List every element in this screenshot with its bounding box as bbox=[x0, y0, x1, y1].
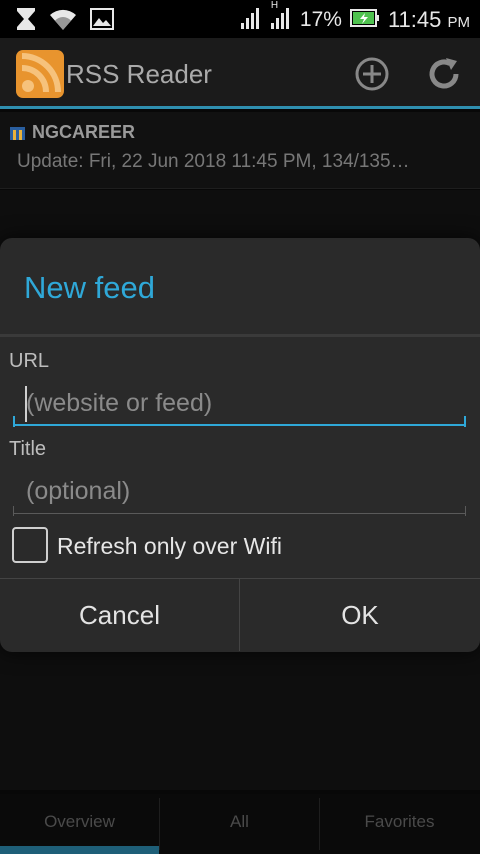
cancel-button[interactable]: Cancel bbox=[0, 579, 239, 651]
wifi-only-checkbox[interactable] bbox=[12, 527, 48, 563]
app-title: RSS Reader bbox=[66, 59, 212, 89]
tab-all[interactable]: All bbox=[160, 794, 319, 850]
active-tab-indicator bbox=[0, 846, 159, 854]
title-label: Title bbox=[9, 438, 47, 460]
network-type-label: H bbox=[270, 0, 279, 11]
feed-favicon-icon bbox=[10, 125, 25, 140]
clock-time: 11:45 bbox=[387, 7, 442, 32]
url-label: URL bbox=[9, 350, 50, 372]
ok-button[interactable]: OK bbox=[240, 579, 480, 651]
text-cursor bbox=[25, 386, 27, 422]
wifi-icon bbox=[50, 7, 76, 35]
status-icons-right: H 17% 11:45 PM bbox=[240, 0, 470, 34]
action-bar-divider bbox=[0, 106, 480, 109]
dialog-title: New feed bbox=[24, 270, 155, 305]
feed-update-info: Update: Fri, 22 Jun 2018 11:45 PM, 134/1… bbox=[17, 151, 410, 172]
tab-favorites[interactable]: Favorites bbox=[320, 794, 479, 850]
image-icon bbox=[90, 8, 114, 34]
signal-icon bbox=[240, 6, 262, 34]
hourglass-icon bbox=[16, 7, 36, 35]
clock-suffix: PM bbox=[447, 14, 471, 31]
rss-app-icon[interactable] bbox=[16, 50, 64, 98]
add-circle-icon bbox=[355, 57, 389, 91]
wifi-only-label[interactable]: Refresh only over Wifi bbox=[57, 533, 282, 560]
refresh-button[interactable] bbox=[424, 54, 464, 94]
refresh-icon bbox=[429, 58, 459, 89]
url-input-underline bbox=[13, 416, 466, 427]
tab-overview[interactable]: Overview bbox=[0, 794, 159, 850]
title-input-underline bbox=[13, 506, 466, 516]
feed-name: NGCAREER bbox=[32, 122, 136, 142]
clock: 11:45 PM bbox=[388, 7, 470, 33]
battery-percent: 17% bbox=[299, 8, 342, 31]
battery-charging-icon bbox=[349, 9, 380, 31]
signal-h-icon: H bbox=[270, 0, 292, 34]
status-icons-left bbox=[16, 7, 114, 35]
add-feed-button[interactable] bbox=[352, 54, 392, 94]
dialog-title-divider bbox=[0, 334, 480, 337]
